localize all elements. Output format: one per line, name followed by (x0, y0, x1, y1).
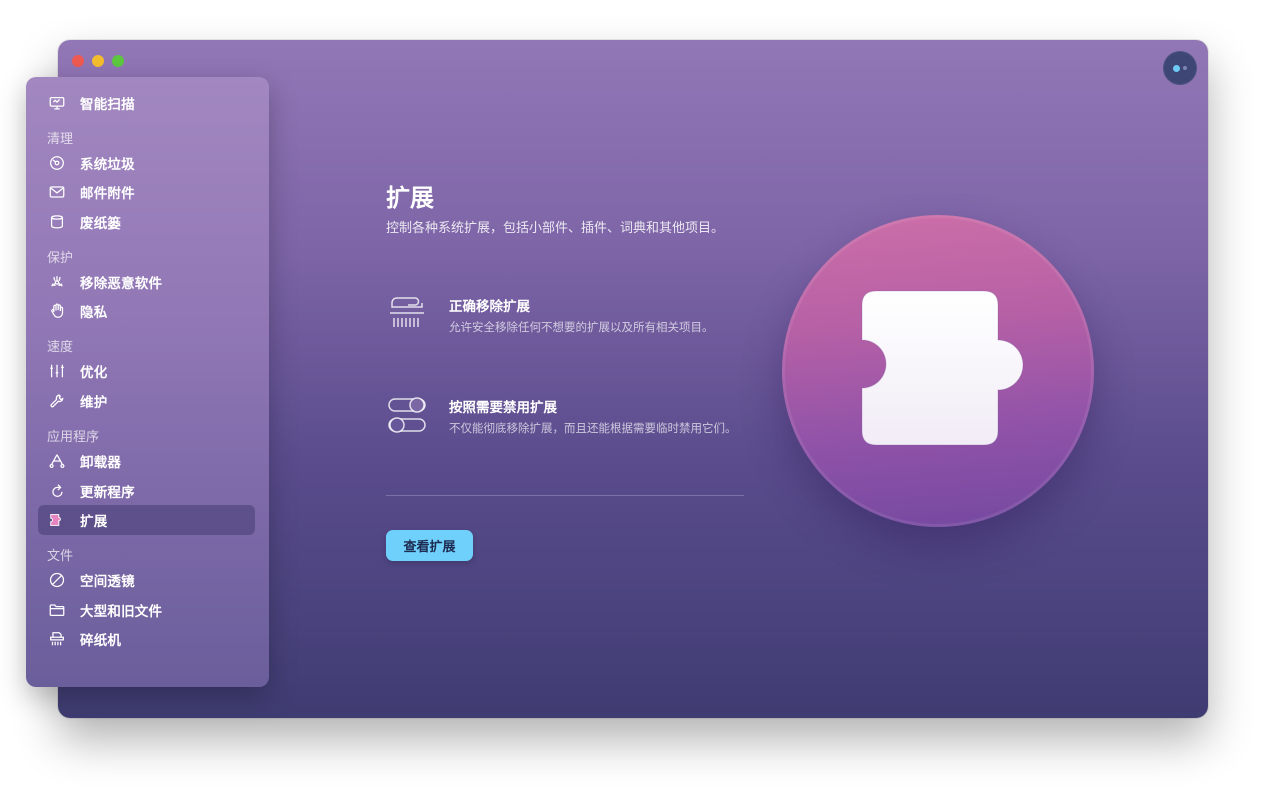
feature-description: 允许安全移除任何不想要的扩展以及所有相关项目。 (449, 320, 714, 334)
sidebar-item-label: 空间透镜 (80, 574, 135, 590)
content-divider (386, 495, 744, 496)
page-description: 控制各种系统扩展，包括小部件、插件、词典和其他项目。 (386, 221, 725, 236)
sidebar-item-label: 废纸篓 (80, 216, 122, 232)
sidebar-item-label: 隐私 (80, 305, 108, 321)
extensions-hero-illustration (782, 215, 1094, 527)
sidebar-item-shredder[interactable]: 碎纸机 (38, 624, 255, 654)
sidebar-item-label: 维护 (80, 395, 108, 411)
minimize-window-button[interactable] (92, 55, 104, 67)
puzzle-icon (47, 510, 67, 530)
sidebar-item-malware-removal[interactable]: 移除恶意软件 (38, 267, 255, 297)
sidebar-item-system-junk[interactable]: 系统垃圾 (38, 148, 255, 178)
trash-bin-icon (47, 212, 67, 232)
sidebar-item-label: 邮件附件 (80, 186, 135, 202)
sidebar-item-updater[interactable]: 更新程序 (38, 476, 255, 506)
sidebar-item-label: 更新程序 (80, 485, 135, 501)
sidebar-item-label: 系统垃圾 (80, 157, 135, 173)
sidebar-item-maintenance[interactable]: 维护 (38, 386, 255, 416)
sidebar-item-label: 大型和旧文件 (80, 604, 163, 620)
section-label-cleanup: 清理 (47, 132, 74, 147)
sidebar-item-label: 卸载器 (80, 455, 122, 471)
assistant-dot-icon (1183, 66, 1187, 70)
close-window-button[interactable] (72, 55, 84, 67)
zoom-window-button[interactable] (112, 55, 124, 67)
sidebar-item-privacy[interactable]: 隐私 (38, 296, 255, 326)
sidebar-item-trash-bins[interactable]: 废纸篓 (38, 207, 255, 237)
page-title: 扩展 (386, 184, 434, 212)
toggles-icon (386, 395, 428, 437)
sidebar-item-large-old-files[interactable]: 大型和旧文件 (38, 595, 255, 625)
section-label-speed: 速度 (47, 340, 74, 355)
view-extensions-button[interactable]: 查看扩展 (386, 530, 473, 561)
sidebar-item-label: 移除恶意软件 (80, 276, 163, 292)
envelope-icon (47, 182, 67, 202)
biohazard-icon (47, 272, 67, 292)
sidebar-item-optimization[interactable]: 优化 (38, 356, 255, 386)
puzzle-piece-icon (861, 290, 1024, 446)
sidebar-item-uninstaller[interactable]: 卸载器 (38, 446, 255, 476)
sidebar: 智能扫描 清理 系统垃圾 邮件附件 废纸篓 保护 移除恶意软件 隐私 速度 优化… (26, 77, 269, 687)
sidebar-item-space-lens[interactable]: 空间透镜 (38, 565, 255, 595)
feature-description: 不仅能彻底移除扩展，而且还能根据需要临时禁用它们。 (449, 421, 737, 435)
wrench-icon (47, 391, 67, 411)
section-label-files: 文件 (47, 549, 74, 564)
shredder-icon (386, 291, 428, 333)
section-label-protection: 保护 (47, 251, 74, 266)
hand-icon (47, 301, 67, 321)
sliders-icon (47, 361, 67, 381)
sidebar-item-label: 扩展 (80, 514, 108, 530)
sidebar-item-mail-attachments[interactable]: 邮件附件 (38, 177, 255, 207)
disk-icon (47, 153, 67, 173)
feature-title: 按照需要禁用扩展 (449, 400, 557, 416)
shredder-icon (47, 629, 67, 649)
sidebar-item-label: 碎纸机 (80, 633, 122, 649)
sidebar-item-label: 智能扫描 (80, 97, 135, 113)
sidebar-item-smart-scan[interactable]: 智能扫描 (38, 88, 255, 118)
assistant-indicator-icon (1173, 64, 1180, 72)
lens-icon (47, 570, 67, 590)
update-arrow-icon (47, 481, 67, 501)
folder-icon (47, 600, 67, 620)
assistant-button[interactable] (1163, 51, 1197, 85)
sidebar-item-extensions[interactable]: 扩展 (38, 505, 255, 535)
monitor-scan-icon (47, 93, 67, 113)
uninstaller-icon (47, 451, 67, 471)
section-label-applications: 应用程序 (47, 430, 100, 445)
sidebar-item-label: 优化 (80, 365, 108, 381)
feature-title: 正确移除扩展 (449, 299, 530, 315)
window-controls (72, 55, 124, 67)
